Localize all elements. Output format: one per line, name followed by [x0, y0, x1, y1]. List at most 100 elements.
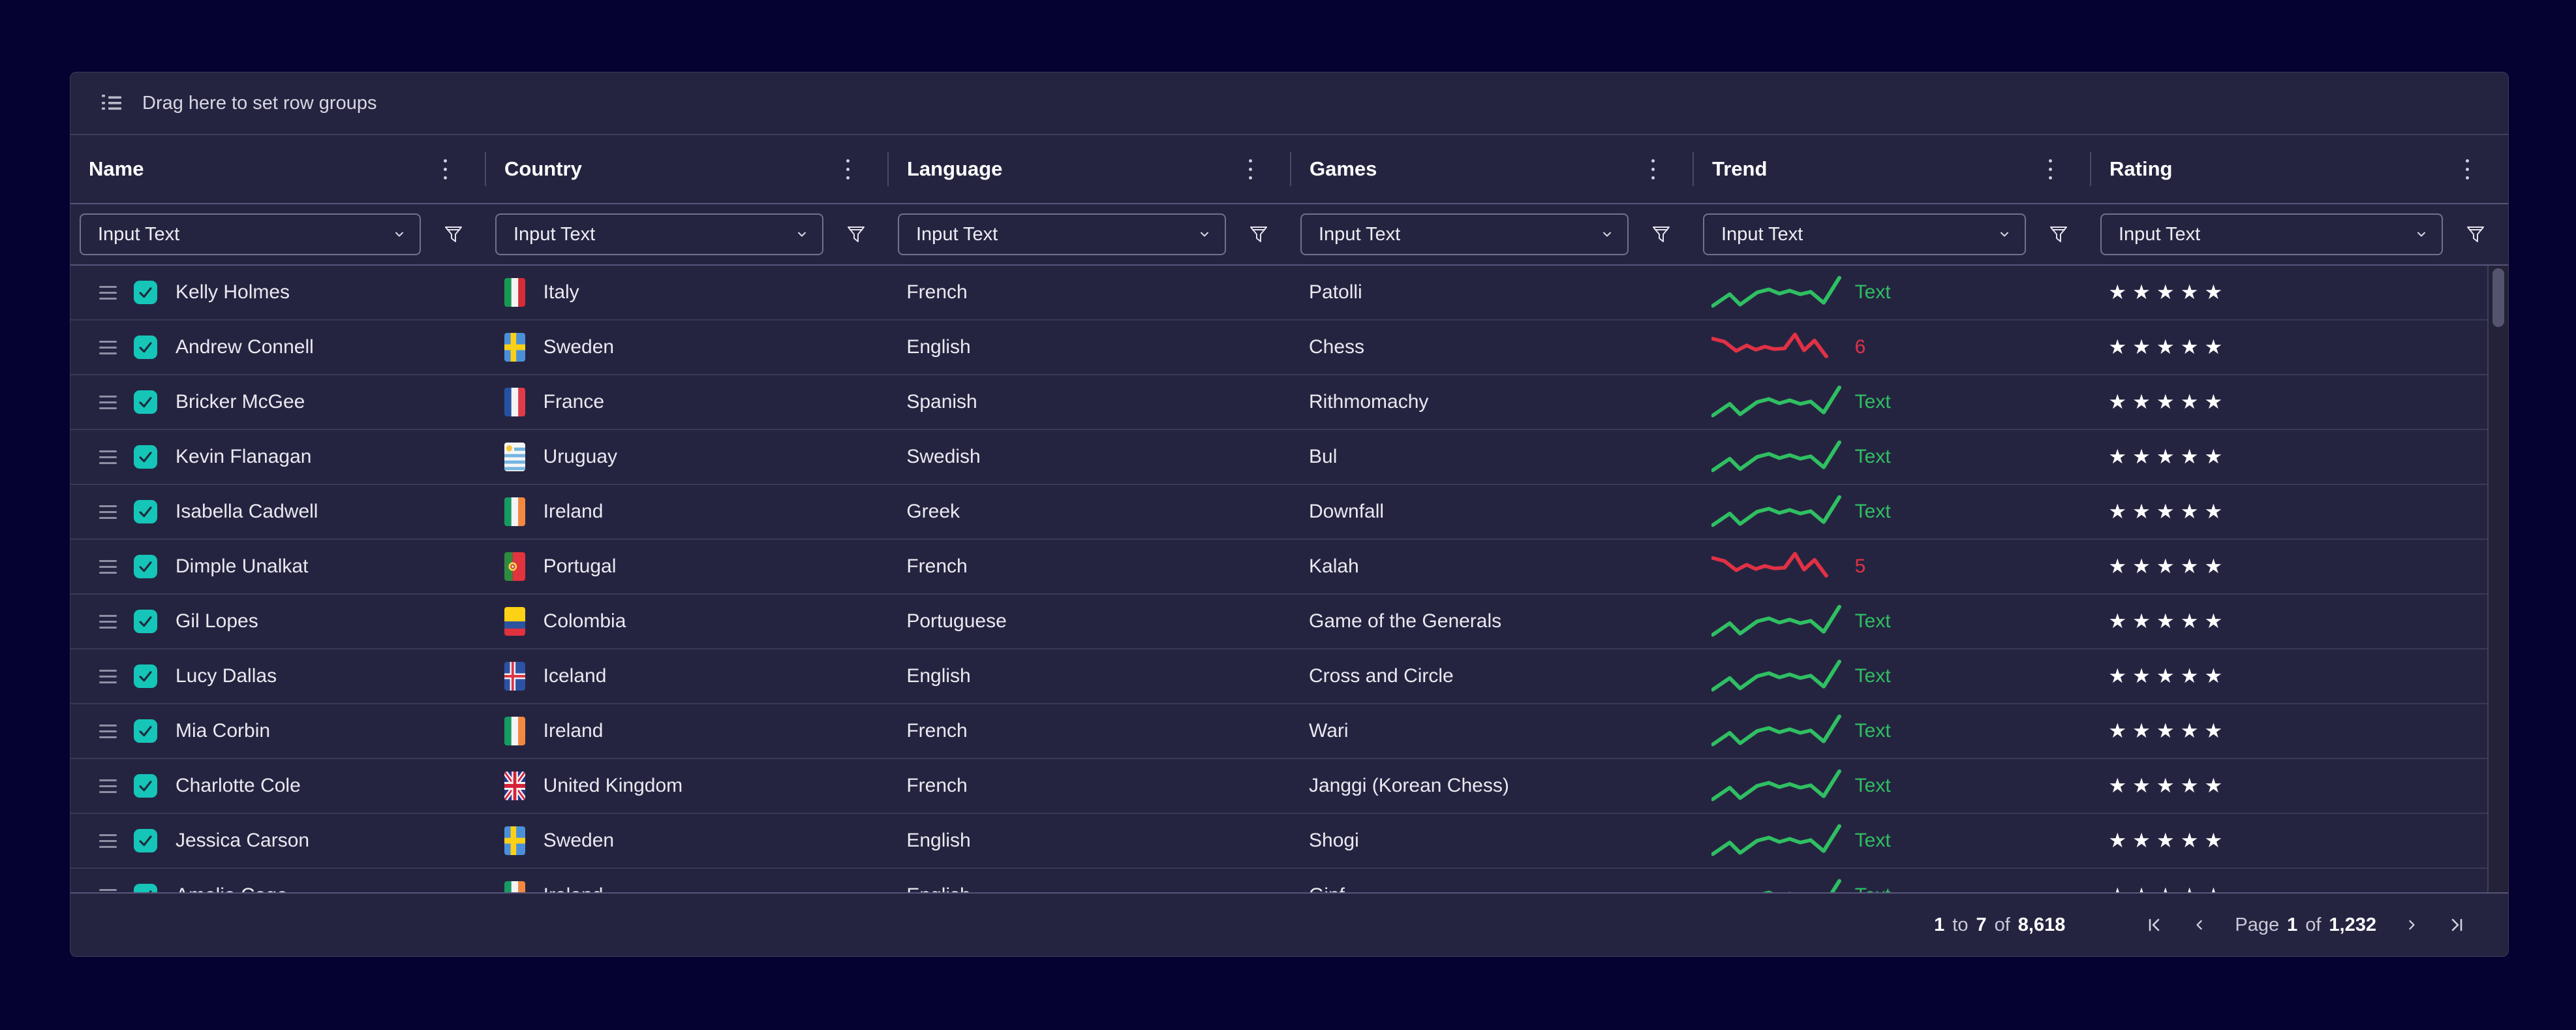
previous-page-button[interactable]	[2181, 907, 2218, 943]
filter-funnel-icon[interactable]	[421, 224, 486, 245]
uk-flag-icon	[504, 772, 525, 800]
filter-cell-country: Input Text	[486, 213, 889, 255]
table-row[interactable]: Mia Corbin Ireland French Wari Text ★★★★…	[70, 704, 2487, 759]
rating-filter-select[interactable]: Input Text	[2100, 213, 2443, 255]
table-row[interactable]: Kelly Holmes Italy French Patolli Text ★…	[70, 266, 2487, 320]
column-menu-icon[interactable]	[1249, 159, 1252, 179]
language-filter-select[interactable]: Input Text	[898, 213, 1226, 255]
column-menu-icon[interactable]	[1651, 159, 1655, 179]
column-menu-icon[interactable]	[444, 159, 447, 179]
row-checkbox[interactable]	[134, 719, 157, 743]
filter-funnel-icon[interactable]	[2026, 224, 2091, 245]
table-row[interactable]: Bricker McGee France Spanish Rithmomachy…	[70, 375, 2487, 430]
row-drag-handle[interactable]	[99, 779, 117, 793]
filter-funnel-icon[interactable]	[1226, 224, 1291, 245]
column-menu-icon[interactable]	[2466, 159, 2469, 179]
next-page-button[interactable]	[2393, 907, 2430, 943]
table-row[interactable]: Lucy Dallas Iceland English Cross and Ci…	[70, 649, 2487, 704]
country-cell-text: Ireland	[544, 884, 604, 892]
column-menu-icon[interactable]	[2049, 159, 2052, 179]
column-header-label: Name	[89, 157, 144, 181]
filter-funnel-icon[interactable]	[1629, 224, 1694, 245]
table-row[interactable]: Charlotte Cole United Kingdom French Jan…	[70, 759, 2487, 814]
last-page-button[interactable]	[2438, 907, 2474, 943]
name-filter-select[interactable]: Input Text	[80, 213, 421, 255]
filter-funnel-icon[interactable]	[823, 224, 889, 245]
trend-sparkline	[1711, 713, 1842, 749]
table-row[interactable]: Amelia Cage Ireland English Gipf Text ★★…	[70, 869, 2487, 892]
row-checkbox[interactable]	[134, 829, 157, 852]
row-checkbox[interactable]	[134, 336, 157, 359]
vertical-scrollbar[interactable]	[2487, 266, 2508, 892]
row-checkbox[interactable]	[134, 281, 157, 304]
column-header-rating[interactable]: Rating	[2091, 135, 2508, 203]
filter-funnel-icon[interactable]	[2443, 224, 2508, 245]
row-drag-handle[interactable]	[99, 450, 117, 464]
row-drag-handle[interactable]	[99, 615, 117, 629]
sweden-flag-icon	[504, 826, 525, 855]
column-header-language[interactable]: Language	[889, 135, 1291, 203]
ireland-flag-icon	[504, 497, 525, 526]
data-grid: Drag here to set row groups Name Country…	[70, 72, 2509, 957]
row-drag-handle[interactable]	[99, 286, 117, 300]
table-row[interactable]: Isabella Cadwell Ireland Greek Downfall …	[70, 485, 2487, 540]
row-checkbox[interactable]	[134, 555, 157, 578]
row-drag-handle[interactable]	[99, 670, 117, 683]
column-header-name[interactable]: Name	[70, 135, 486, 203]
chevron-down-icon	[795, 227, 809, 242]
table-row[interactable]: Gil Lopes Colombia Portuguese Game of th…	[70, 595, 2487, 649]
trend-label: Text	[1855, 830, 1891, 852]
row-groups-dropzone[interactable]: Drag here to set row groups	[70, 72, 2508, 135]
row-drag-handle[interactable]	[99, 725, 117, 738]
column-header-games[interactable]: Games	[1291, 135, 1694, 203]
name-cell-text: Jessica Carson	[176, 830, 309, 852]
row-drag-handle[interactable]	[99, 341, 117, 354]
name-cell-text: Bricker McGee	[176, 391, 305, 413]
language-cell-text: French	[906, 555, 967, 578]
language-cell-text: Spanish	[906, 391, 977, 413]
game-cell-text: Kalah	[1309, 555, 1359, 578]
trend-filter-select[interactable]: Input Text	[1703, 213, 2026, 255]
table-row[interactable]: Kevin Flanagan Uruguay Swedish Bul Text …	[70, 430, 2487, 485]
column-header-country[interactable]: Country	[486, 135, 889, 203]
row-range-summary: 1 to 7 of 8,618	[1934, 914, 2065, 936]
first-page-button[interactable]	[2137, 907, 2173, 943]
row-checkbox[interactable]	[134, 445, 157, 469]
country-cell-text: Iceland	[544, 665, 607, 687]
trend-sparkline	[1711, 384, 1842, 420]
language-cell-text: French	[906, 281, 967, 304]
name-cell-text: Amelia Cage	[176, 884, 288, 892]
row-drag-handle[interactable]	[99, 505, 117, 519]
row-checkbox[interactable]	[134, 390, 157, 414]
rating-stars: ★★★★★	[2108, 500, 2228, 523]
chevron-right-icon	[2403, 916, 2420, 933]
row-drag-handle[interactable]	[99, 834, 117, 848]
row-checkbox[interactable]	[134, 610, 157, 633]
row-checkbox[interactable]	[134, 884, 157, 892]
drag-hint-label: Drag here to set row groups	[142, 93, 376, 114]
row-checkbox[interactable]	[134, 774, 157, 798]
trend-label: Text	[1855, 281, 1891, 304]
table-row[interactable]: Jessica Carson Sweden English Shogi Text…	[70, 814, 2487, 869]
row-drag-handle[interactable]	[99, 396, 117, 409]
column-menu-icon[interactable]	[846, 159, 850, 179]
name-cell-text: Dimple Unalkat	[176, 555, 308, 578]
row-drag-handle[interactable]	[99, 560, 117, 574]
row-checkbox[interactable]	[134, 500, 157, 523]
chevron-down-icon	[2414, 227, 2429, 242]
row-checkbox[interactable]	[134, 664, 157, 688]
language-cell-text: Swedish	[906, 446, 980, 468]
table-row[interactable]: Dimple Unalkat Portugal French Kalah 5 ★…	[70, 540, 2487, 595]
country-cell-text: Colombia	[544, 610, 626, 632]
trend-sparkline	[1711, 439, 1842, 475]
scrollbar-thumb[interactable]	[2492, 268, 2504, 327]
column-header-trend[interactable]: Trend	[1694, 135, 2091, 203]
game-cell-text: Rithmomachy	[1309, 391, 1428, 413]
colombia-flag-icon	[504, 607, 525, 636]
country-filter-select[interactable]: Input Text	[495, 213, 823, 255]
games-filter-select[interactable]: Input Text	[1300, 213, 1629, 255]
table-row[interactable]: Andrew Connell Sweden English Chess 6 ★★…	[70, 320, 2487, 375]
name-cell-text: Isabella Cadwell	[176, 501, 318, 523]
rating-stars: ★★★★★	[2108, 664, 2228, 688]
trend-sparkline	[1711, 877, 1842, 892]
